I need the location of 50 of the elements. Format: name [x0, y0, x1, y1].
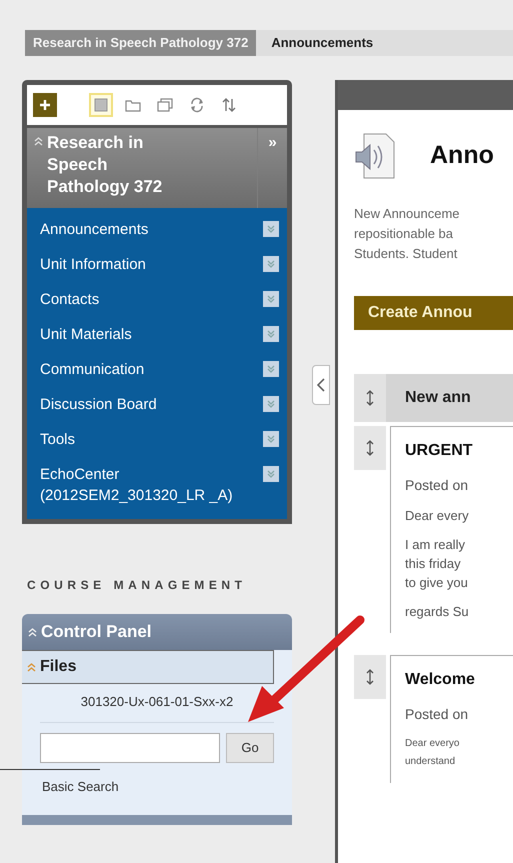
chevron-down-icon[interactable] — [263, 221, 279, 237]
create-button[interactable]: Create Annou — [354, 296, 513, 330]
chevron-down-icon[interactable] — [263, 396, 279, 412]
posted-date: Posted on — [405, 476, 470, 495]
announcement-text: Dear everyo understand — [405, 737, 460, 769]
announcement-text: Dear every — [405, 507, 470, 525]
section-title[interactable]: Files — [40, 655, 76, 679]
search-link[interactable]: Basic Search — [40, 777, 274, 796]
chevron-left-icon — [317, 378, 325, 392]
file-link[interactable]: 301320-Ux-061-01-Sxx-x2 — [80, 694, 234, 709]
search-field[interactable] — [40, 733, 220, 763]
chevron-down-icon[interactable] — [263, 361, 279, 377]
page-title: Anno — [430, 140, 494, 172]
chevron-down-icon[interactable] — [263, 326, 279, 342]
course-title-text: Research in Speech Pathology 372 — [47, 132, 164, 198]
breadcrumb-link[interactable]: Announcements — [266, 33, 378, 53]
menu-link[interactable]: Contacts — [40, 289, 100, 310]
menu-link[interactable]: Announcements — [40, 219, 148, 240]
drag-handle-icon[interactable] — [366, 669, 374, 685]
announcement-title: URGENT — [405, 441, 474, 461]
announcement-title: Welcome — [405, 670, 476, 690]
plus-icon — [39, 99, 51, 111]
windows-icon — [156, 96, 174, 114]
view-button[interactable] — [89, 93, 113, 117]
column-header: New ann — [404, 388, 471, 408]
menu-link[interactable]: Unit Information — [40, 254, 146, 275]
collapse-icon — [34, 137, 43, 146]
posted-date: Posted on — [405, 705, 470, 724]
go-button[interactable]: Go — [226, 733, 274, 763]
chevron-down-icon[interactable] — [263, 291, 279, 307]
menu-link[interactable]: EchoCenter (2012SEM2_301320_LR _A) — [40, 464, 240, 506]
announcement-text: regards Su — [405, 603, 470, 621]
speaker-document-icon — [354, 132, 396, 180]
collapse-button[interactable] — [312, 365, 330, 405]
menu-link[interactable]: Communication — [40, 359, 144, 380]
chevron-down-icon[interactable] — [263, 431, 279, 447]
announcement-text: I am really this friday to give you — [405, 536, 469, 592]
section-heading: COURSE MANAGEMENT — [26, 577, 248, 594]
collapse-icon[interactable] — [27, 662, 36, 672]
menu-link[interactable]: Tools — [40, 429, 76, 450]
add-button[interactable] — [33, 93, 57, 117]
sort-arrows-icon — [220, 96, 238, 114]
description-text: New Announceme repositionable ba Students. Student — [354, 205, 461, 263]
menu-link[interactable]: Unit Materials — [40, 324, 132, 345]
drag-handle-icon[interactable] — [366, 390, 374, 406]
chevron-down-icon[interactable] — [263, 466, 279, 482]
menu-link[interactable]: Discussion Board — [40, 394, 157, 415]
drag-handle-icon[interactable] — [366, 440, 374, 456]
list-icon — [92, 96, 110, 114]
chevron-down-icon[interactable] — [263, 256, 279, 272]
